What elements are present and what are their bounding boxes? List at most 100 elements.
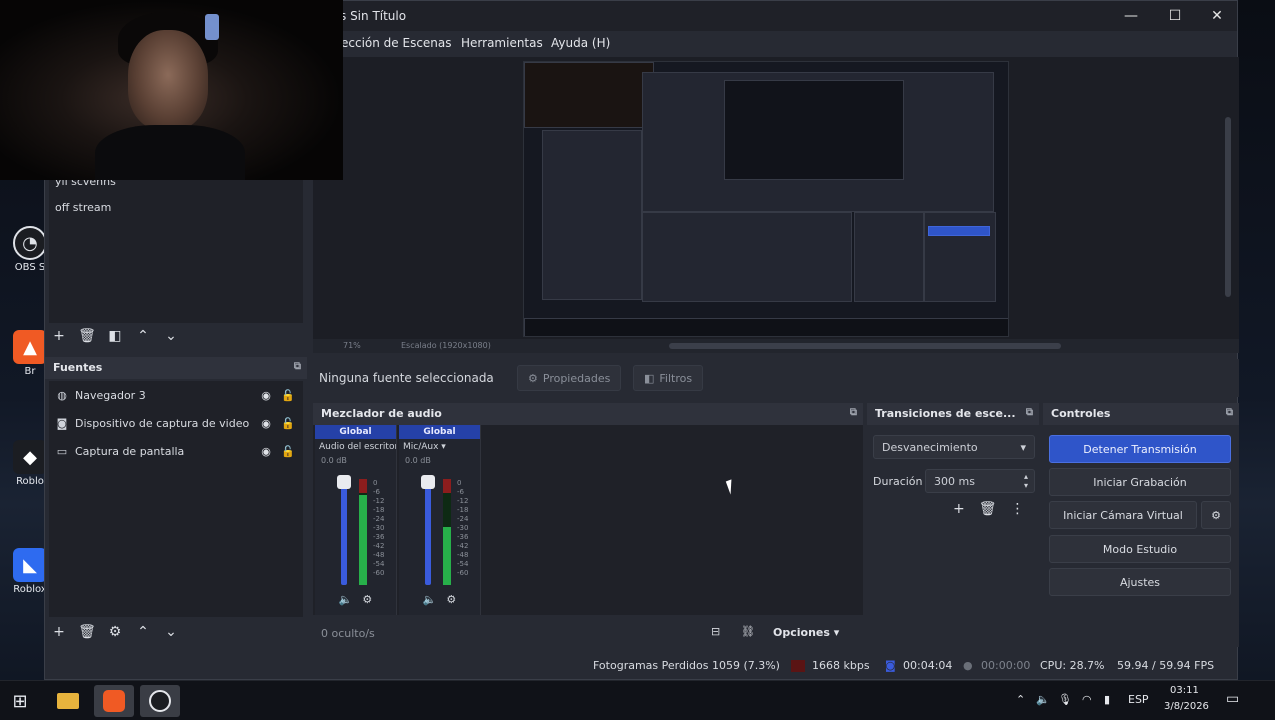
- source-item[interactable]: ▭ Captura de pantalla ◉ 🔓: [53, 439, 299, 463]
- preview-hscrollbar[interactable]: [669, 343, 1061, 349]
- properties-label: Propiedades: [542, 371, 611, 385]
- maximize-button[interactable]: ☐: [1153, 1, 1197, 31]
- fader-handle[interactable]: [421, 475, 435, 489]
- scene-list: yii scvenns off stream: [49, 163, 303, 323]
- notification-icon[interactable]: ▭: [1226, 691, 1239, 707]
- add-icon[interactable]: +: [953, 501, 965, 517]
- menu-help[interactable]: Ayuda (H): [551, 36, 610, 50]
- meter-scale: 0 -6 -12 -18 -24 -30 -36 -42 -48 -54 -60: [457, 479, 468, 578]
- speaker-icon[interactable]: 🔈: [423, 593, 437, 606]
- undock-icon[interactable]: ⧉: [1226, 407, 1233, 418]
- channel-gear-icon[interactable]: ⚙: [446, 593, 456, 606]
- undock-icon[interactable]: ⧉: [294, 361, 301, 372]
- mic-icon[interactable]: 🎙: [1058, 693, 1072, 706]
- eye-icon[interactable]: ◉: [255, 445, 277, 458]
- lock-icon[interactable]: 🔓: [277, 445, 299, 458]
- source-list: ◍ Navegador 3 ◉ 🔓 ◙ Dispositivo de captu…: [49, 381, 303, 617]
- record-time: 00:00:00: [981, 659, 1031, 672]
- nested-transitions-panel: [854, 212, 924, 302]
- settings-button[interactable]: Ajustes: [1049, 568, 1231, 596]
- duration-spinbox[interactable]: 300 ms ▴ ▾: [925, 469, 1035, 493]
- start-virtualcam-button[interactable]: Iniciar Cámara Virtual: [1049, 501, 1197, 529]
- preview-scrollbar[interactable]: [1225, 117, 1231, 297]
- stream-icon: ◙: [885, 659, 896, 672]
- transition-select[interactable]: Desvanecimiento ▾: [873, 435, 1035, 459]
- scale-tick: -18: [457, 506, 469, 514]
- scale-tick: -30: [373, 524, 385, 532]
- channel-name[interactable]: Mic/Aux ▾: [399, 439, 480, 455]
- no-source-label: Ninguna fuente seleccionada: [319, 371, 494, 385]
- taskbar-obs[interactable]: [140, 685, 180, 717]
- meter-peak: [443, 479, 451, 493]
- controls-title: Controles: [1051, 407, 1111, 420]
- stop-stream-button[interactable]: Detener Transmisión: [1049, 435, 1231, 463]
- mixer-body: Global Audio del escritorio ▾ 0.0 dB 0-6…: [313, 425, 863, 615]
- taskbar-brave[interactable]: [94, 685, 134, 717]
- mixer-title: Mezclador de audio: [321, 407, 442, 420]
- windows-icon: ⊞: [12, 690, 28, 712]
- eye-icon[interactable]: ◉: [255, 417, 277, 430]
- clock-time[interactable]: 03:11: [1170, 685, 1199, 696]
- webcam-face: [128, 30, 208, 130]
- add-icon[interactable]: +: [45, 621, 73, 643]
- filters-button[interactable]: ◧ Filtros: [633, 365, 704, 391]
- start-recording-button[interactable]: Iniciar Grabación: [1049, 468, 1231, 496]
- more-icon[interactable]: ⋮: [1011, 501, 1025, 517]
- undock-icon[interactable]: ⧉: [1026, 407, 1033, 418]
- channel-db: 0.0 dB: [405, 456, 431, 465]
- channel-gear-icon[interactable]: ⚙: [362, 593, 372, 606]
- controls-dock: Controles ⧉ Detener Transmisión Iniciar …: [1043, 403, 1239, 647]
- link-icon[interactable]: ⛓: [741, 625, 755, 638]
- undock-icon[interactable]: ⧉: [850, 407, 857, 418]
- speaker-icon[interactable]: 🔈: [339, 593, 353, 606]
- start-button[interactable]: ⊞: [0, 685, 40, 717]
- virtualcam-gear-icon[interactable]: ⚙: [1201, 501, 1231, 529]
- language-indicator[interactable]: ESP: [1128, 693, 1149, 706]
- camera-icon: ◙: [56, 416, 68, 430]
- trash-icon[interactable]: 🗑: [73, 325, 101, 347]
- add-icon[interactable]: +: [45, 325, 73, 347]
- volume-fader[interactable]: [341, 479, 347, 585]
- meter-peak: [359, 479, 367, 493]
- taskbar-explorer[interactable]: [48, 685, 88, 717]
- lock-icon[interactable]: 🔓: [277, 389, 299, 402]
- chevron-down-icon[interactable]: ⌄: [157, 621, 185, 643]
- tray-chevron-icon[interactable]: ⌃: [1016, 693, 1025, 706]
- source-item[interactable]: ◙ Dispositivo de captura de video ◉ 🔓: [53, 411, 299, 435]
- trash-icon[interactable]: 🗑: [73, 621, 101, 643]
- scale-tick: -36: [373, 533, 385, 541]
- channel-name[interactable]: Audio del escritorio ▾: [315, 439, 396, 455]
- minimize-button[interactable]: —: [1109, 1, 1153, 31]
- chevron-down-icon: ▾: [1020, 440, 1026, 454]
- wifi-icon[interactable]: ◠: [1082, 693, 1092, 706]
- chevron-up-icon[interactable]: ⌃: [129, 621, 157, 643]
- volume-icon[interactable]: 🔈: [1036, 693, 1050, 706]
- scene-item[interactable]: off stream: [55, 201, 111, 214]
- volume-fader[interactable]: [425, 479, 431, 585]
- scale-tick: -42: [457, 542, 469, 550]
- menu-scene-collection[interactable]: ección de Escenas: [341, 36, 452, 50]
- filter-icon[interactable]: ◧: [101, 325, 129, 347]
- gear-icon[interactable]: ⚙: [101, 621, 129, 643]
- layout-icon[interactable]: ⊟: [711, 625, 720, 638]
- globe-icon: ◍: [57, 388, 67, 402]
- clock-date[interactable]: 3/8/2026: [1164, 701, 1209, 712]
- properties-button[interactable]: ⚙ Propiedades: [517, 365, 622, 391]
- options-button[interactable]: Opciones ▾: [773, 626, 839, 639]
- desktop-icon-label: Roblo: [16, 476, 44, 487]
- close-button[interactable]: ✕: [1195, 1, 1239, 31]
- eye-icon[interactable]: ◉: [255, 389, 277, 402]
- chevron-up-icon[interactable]: ⌃: [129, 325, 157, 347]
- chevron-down-icon[interactable]: ⌄: [157, 325, 185, 347]
- fader-handle[interactable]: [337, 475, 351, 489]
- menu-tools[interactable]: Herramientas: [461, 36, 543, 50]
- studio-mode-button[interactable]: Modo Estudio: [1049, 535, 1231, 563]
- lock-icon[interactable]: 🔓: [277, 417, 299, 430]
- preview-area[interactable]: [313, 57, 1239, 339]
- transitions-header: Transiciones de esce... ⧉: [867, 403, 1039, 425]
- trash-icon[interactable]: 🗑: [979, 501, 997, 517]
- folder-icon: [57, 693, 79, 709]
- sources-title: Fuentes: [53, 361, 103, 374]
- source-item[interactable]: ◍ Navegador 3 ◉ 🔓: [53, 383, 299, 407]
- network-icon[interactable]: ▮: [1104, 693, 1110, 706]
